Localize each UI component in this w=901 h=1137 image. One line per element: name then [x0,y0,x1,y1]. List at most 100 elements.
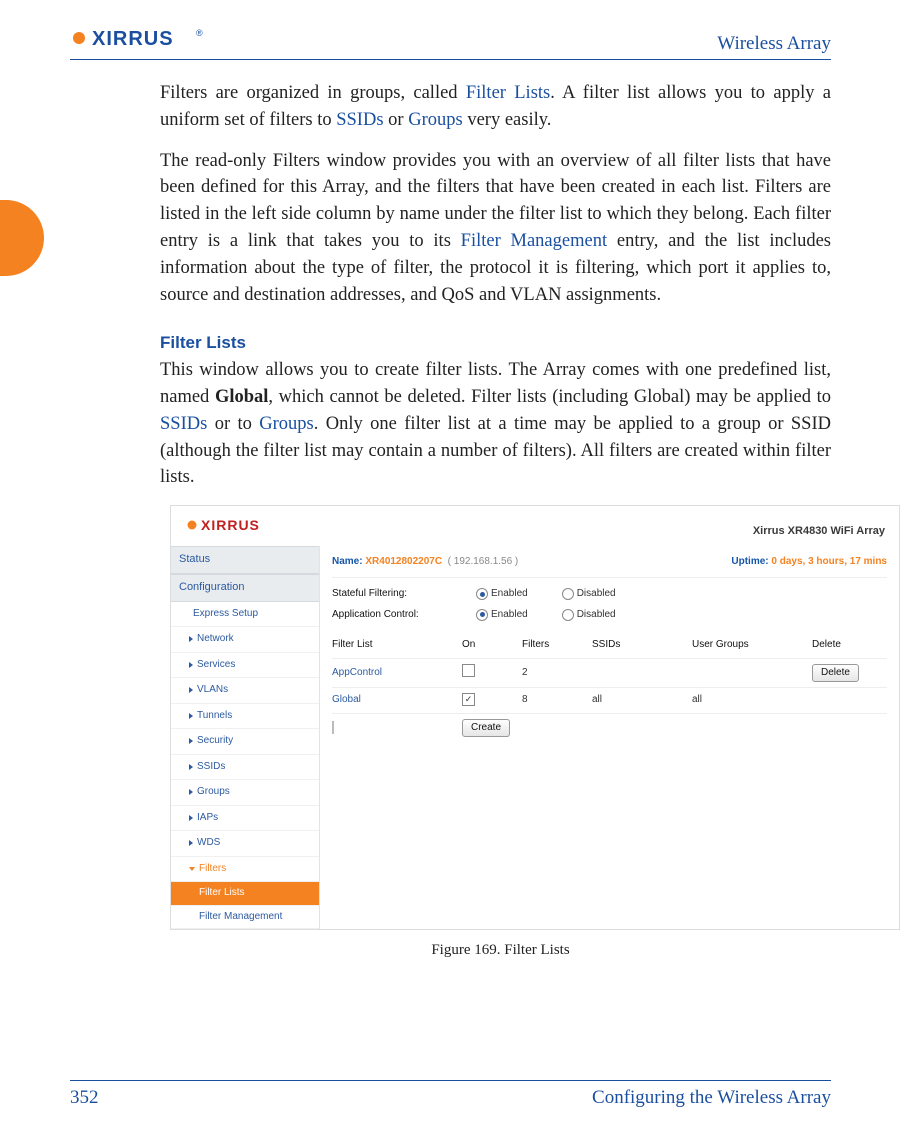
page-header: XIRRUS ® Wireless Array [70,26,831,60]
radio-appctrl-enabled[interactable]: Enabled [476,608,528,623]
chevron-right-icon [189,815,193,821]
radio-label: Disabled [577,587,616,602]
uptime-value: 0 days, 3 hours, 17 mins [771,556,887,567]
radio-dot-icon [476,588,488,600]
title-row: Name: XR4012802207C ( 192.168.1.56 ) Upt… [332,552,887,579]
header-product: Wireless Array [717,33,831,55]
row-application-control: Application Control: Enabled Disabled [332,605,887,626]
nav-section-configuration[interactable]: Configuration [171,574,319,602]
nav-label: Security [197,734,233,749]
create-button[interactable]: Create [462,719,510,738]
link-groups-2[interactable]: Groups [259,414,313,434]
nav-item-network[interactable]: Network [171,627,319,653]
paragraph-2: The read-only Filters window provides yo… [160,148,831,309]
delete-button[interactable]: Delete [812,664,859,683]
nav-item-iaps[interactable]: IAPs [171,806,319,832]
nav-item-groups[interactable]: Groups [171,780,319,806]
nav-item-express-setup[interactable]: Express Setup [171,602,319,628]
nav-label: Groups [197,785,230,800]
col-on: On [462,638,522,653]
nav-item-ssids[interactable]: SSIDs [171,755,319,781]
figure-caption: Figure 169. Filter Lists [170,940,831,962]
chevron-right-icon [189,789,193,795]
name-label: Name: [332,556,363,567]
radio-stateful-enabled[interactable]: Enabled [476,587,528,602]
link-groups[interactable]: Groups [408,110,462,130]
nav-item-services[interactable]: Services [171,653,319,679]
nav-item-vlans[interactable]: VLANs [171,678,319,704]
nav-label: Filters [199,862,226,877]
text: or to [207,414,259,434]
nav-item-wds[interactable]: WDS [171,831,319,857]
nav-label: VLANs [197,683,228,698]
device-model: Xirrus XR4830 WiFi Array [753,524,885,540]
device-ip: ( 192.168.1.56 ) [448,556,519,567]
link-ssids[interactable]: SSIDs [336,110,383,130]
col-filter-list: Filter List [332,638,462,653]
text: very easily. [463,110,552,130]
table-row-create: Create [332,714,887,743]
name-value: XR4012802207C [365,556,442,567]
figure-wrap: XIRRUS Xirrus XR4830 WiFi Array Status C… [170,505,831,962]
screenshot-filter-lists: XIRRUS Xirrus XR4830 WiFi Array Status C… [170,505,900,930]
chevron-right-icon [189,738,193,744]
cell-filters: 2 [522,666,592,681]
link-filter-management[interactable]: Filter Management [461,231,607,251]
filter-list-table: Filter List On Filters SSIDs User Groups… [332,633,887,742]
svg-text:®: ® [196,28,203,38]
row-stateful-filtering: Stateful Filtering: Enabled Disabled [332,584,887,605]
nav-label: SSIDs [197,760,225,775]
nav-label: IAPs [197,811,218,826]
device-name: Name: XR4012802207C ( 192.168.1.56 ) [332,555,518,570]
cell-groups: all [692,693,812,708]
label-stateful: Stateful Filtering: [332,587,462,602]
text: or [384,110,409,130]
chevron-right-icon [189,713,193,719]
footer-section: Configuring the Wireless Array [592,1087,831,1109]
new-filter-list-input[interactable] [332,721,334,734]
main-panel: Name: XR4012802207C ( 192.168.1.56 ) Upt… [320,546,899,929]
radio-dot-icon [476,609,488,621]
text: , which cannot be deleted. Filter lists … [268,387,831,407]
page-footer: 352 Configuring the Wireless Array [70,1080,831,1109]
radio-label: Disabled [577,608,616,623]
nav-section-status[interactable]: Status [171,546,319,574]
radio-stateful-disabled[interactable]: Disabled [562,587,616,602]
table-row: AppControl 2 Delete [332,659,887,689]
nav-label: WDS [197,836,220,851]
nav-sub-filter-management[interactable]: Filter Management [171,906,319,930]
chevron-right-icon [189,662,193,668]
nav-label: Tunnels [197,709,232,724]
nav-item-security[interactable]: Security [171,729,319,755]
text: Filters are organized in groups, called [160,83,466,103]
nav-sub-filter-lists[interactable]: Filter Lists [171,882,319,906]
page-number: 352 [70,1087,99,1109]
radio-label: Enabled [491,587,528,602]
radio-dot-icon [562,609,574,621]
col-ssids: SSIDs [592,638,692,653]
chevron-right-icon [189,687,193,693]
sidebar-nav: Status Configuration Express Setup Netwo… [171,546,320,929]
link-ssids-2[interactable]: SSIDs [160,414,207,434]
side-tab-decor [0,200,44,276]
nav-item-filters[interactable]: Filters [171,857,319,883]
document-body: Filters are organized in groups, called … [160,80,831,962]
cell-name[interactable]: AppControl [332,666,462,681]
brand-logo: XIRRUS ® [70,26,210,55]
cell-filters: 8 [522,693,592,708]
cell-name[interactable]: Global [332,693,462,708]
chevron-right-icon [189,764,193,770]
nav-item-tunnels[interactable]: Tunnels [171,704,319,730]
table-row: Global ✓ 8 all all [332,688,887,714]
checkbox-on[interactable] [462,664,475,677]
col-user-groups: User Groups [692,638,812,653]
radio-label: Enabled [491,608,528,623]
nav-label: Services [197,658,235,673]
shot-logo: XIRRUS [185,516,281,540]
paragraph-1: Filters are organized in groups, called … [160,80,831,134]
checkbox-on[interactable]: ✓ [462,693,475,706]
link-filter-lists[interactable]: Filter Lists [466,83,550,103]
radio-appctrl-disabled[interactable]: Disabled [562,608,616,623]
cell-ssids: all [592,693,692,708]
chevron-right-icon [189,840,193,846]
